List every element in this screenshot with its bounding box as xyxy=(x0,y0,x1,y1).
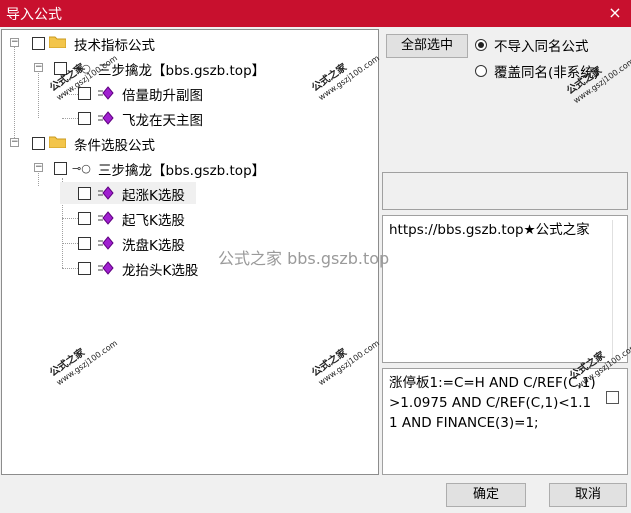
item-checkbox[interactable] xyxy=(78,262,91,275)
dialog-footer: 确定 取消 xyxy=(0,476,631,513)
tree-item[interactable]: 起飞K选股 xyxy=(2,207,302,229)
collapse-icon[interactable]: − xyxy=(34,163,43,172)
close-icon[interactable]: × xyxy=(605,3,625,23)
code-text: 涨停板1:=C=H AND C/REF(C,1)>1.0975 AND C/RE… xyxy=(389,375,596,431)
ok-button[interactable]: 确定 xyxy=(446,483,526,507)
cancel-button[interactable]: 取消 xyxy=(549,483,627,507)
item-label: 起飞K选股 xyxy=(122,213,185,229)
description-text: https://bbs.gszb.top★公式之家 xyxy=(389,222,590,238)
item-checkbox[interactable] xyxy=(78,112,91,125)
item-label: 起涨K选股 xyxy=(122,188,185,204)
title-bar: 导入公式 × xyxy=(0,0,631,27)
window-title: 导入公式 xyxy=(6,7,62,23)
collapse-icon[interactable]: − xyxy=(10,138,19,147)
collapse-icon[interactable]: − xyxy=(34,63,43,72)
tree-item[interactable]: 飞龙在天主图 xyxy=(2,107,302,129)
selector-gem-icon xyxy=(98,261,114,275)
tree-node-group2[interactable]: − 条件选股公式 xyxy=(2,132,302,154)
tree-item[interactable]: 倍量助升副图 xyxy=(2,82,302,104)
watermark-center: 公式之家 bbs.gszb.top xyxy=(218,249,390,268)
formula2-checkbox[interactable] xyxy=(54,162,67,175)
collapse-icon[interactable]: − xyxy=(10,38,19,47)
group1-checkbox[interactable] xyxy=(32,37,45,50)
right-panel: 全部选中 不导入同名公式 覆盖同名(非系统) https://bbs.gszb.… xyxy=(382,29,631,475)
formula-description[interactable]: https://bbs.gszb.top★公式之家 xyxy=(382,215,628,363)
formula1-label: 三步擒龙【bbs.gszb.top】 xyxy=(98,63,266,79)
item-label: 飞龙在天主图 xyxy=(122,113,203,129)
select-all-button[interactable]: 全部选中 xyxy=(386,34,468,58)
formula-name-box xyxy=(382,172,628,210)
tree-node-group1[interactable]: − 技术指标公式 xyxy=(2,32,302,54)
radio-overwrite-same-name[interactable] xyxy=(475,65,487,77)
tree-node-formula1[interactable]: − ⊸○ 三步擒龙【bbs.gszb.top】 xyxy=(2,57,302,79)
indicator-gem-icon xyxy=(98,86,114,100)
group2-label: 条件选股公式 xyxy=(74,138,155,154)
item-label: 洗盘K选股 xyxy=(122,238,185,254)
formula2-label: 三步擒龙【bbs.gszb.top】 xyxy=(98,163,266,179)
item-checkbox[interactable] xyxy=(78,237,91,250)
item-checkbox[interactable] xyxy=(78,187,91,200)
tree-item[interactable]: 起涨K选股 xyxy=(60,182,196,204)
group2-checkbox[interactable] xyxy=(32,137,45,150)
selector-gem-icon xyxy=(98,236,114,250)
folder-icon xyxy=(49,36,66,48)
key-icon: ⊸○ xyxy=(72,162,91,175)
folder-icon xyxy=(49,136,66,148)
formula-code[interactable]: 涨停板1:=C=H AND C/REF(C,1)>1.0975 AND C/RE… xyxy=(382,368,628,475)
item-label: 龙抬头K选股 xyxy=(122,263,199,279)
tree-node-formula2[interactable]: − ⊸○ 三步擒龙【bbs.gszb.top】 xyxy=(2,157,302,179)
item-label: 倍量助升副图 xyxy=(122,88,203,104)
indicator-gem-icon xyxy=(98,111,114,125)
radio-skip-same-name[interactable] xyxy=(475,39,487,51)
radio-skip-label[interactable]: 不导入同名公式 xyxy=(494,35,589,55)
code-checkbox[interactable] xyxy=(606,391,619,404)
group1-label: 技术指标公式 xyxy=(74,38,155,54)
item-checkbox[interactable] xyxy=(78,212,91,225)
selector-gem-icon xyxy=(98,211,114,225)
selector-gem-icon xyxy=(98,186,114,200)
